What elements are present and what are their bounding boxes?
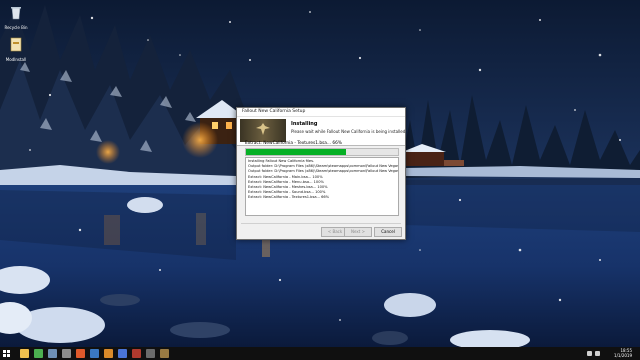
install-log[interactable]: Installing Fallout New California files.… (245, 157, 399, 216)
install-progress-bar (245, 148, 399, 156)
desktop-icon-recycle-bin[interactable]: Recycle Bin (1, 4, 31, 30)
divider (241, 223, 401, 224)
network-icon[interactable] (587, 351, 592, 356)
ncr-emblem-icon (256, 123, 270, 135)
windows-logo-icon (7, 350, 10, 353)
settings-icon[interactable] (62, 349, 71, 358)
windows-logo-icon (7, 354, 10, 357)
start-button[interactable] (3, 350, 10, 357)
next-button[interactable]: Next > (344, 227, 372, 237)
desktop-icon-modinstall[interactable]: ModInstall (1, 36, 31, 62)
header-title: Installing (291, 121, 318, 127)
header-subtitle: Please wait while Fallout New California… (291, 129, 407, 134)
game-icon[interactable] (146, 349, 155, 358)
progress-fill (246, 149, 347, 155)
folder-icon[interactable] (20, 349, 29, 358)
windows-logo-icon (3, 350, 6, 353)
app-icon[interactable] (104, 349, 113, 358)
log-line: Extract: NewCalifornia - Textures1.bsa..… (248, 195, 330, 200)
status-text: Extract: NewCalifornia - Textures1.bsa..… (245, 141, 342, 146)
antivirus-icon[interactable] (76, 349, 85, 358)
game-icon[interactable] (132, 349, 141, 358)
log-line: Output folder: D:\Program Files (x86)\St… (248, 169, 399, 174)
installer-window: Fallout New California Setup Installing … (236, 107, 407, 240)
cancel-button[interactable]: Cancel (374, 227, 402, 237)
taskbar: 18:55 1/1/2019 (0, 347, 640, 360)
vortex-icon[interactable] (90, 349, 99, 358)
desktop-icon-label: Recycle Bin (4, 25, 28, 30)
windows-logo-icon (3, 354, 6, 357)
desktop-icon-label: ModInstall (5, 57, 27, 62)
chrome-icon[interactable] (34, 349, 43, 358)
app-icon[interactable] (118, 349, 127, 358)
volume-icon[interactable] (595, 351, 600, 356)
installer-icon (10, 37, 22, 52)
window-title: Fallout New California Setup (242, 109, 306, 114)
installer-icon[interactable] (160, 349, 169, 358)
clock-date[interactable]: 1/1/2019 (614, 353, 632, 358)
game-logo-banner (240, 119, 286, 142)
window-titlebar[interactable]: Fallout New California Setup (237, 108, 405, 117)
recycle-bin-icon (11, 7, 21, 20)
steam-icon[interactable] (48, 349, 57, 358)
